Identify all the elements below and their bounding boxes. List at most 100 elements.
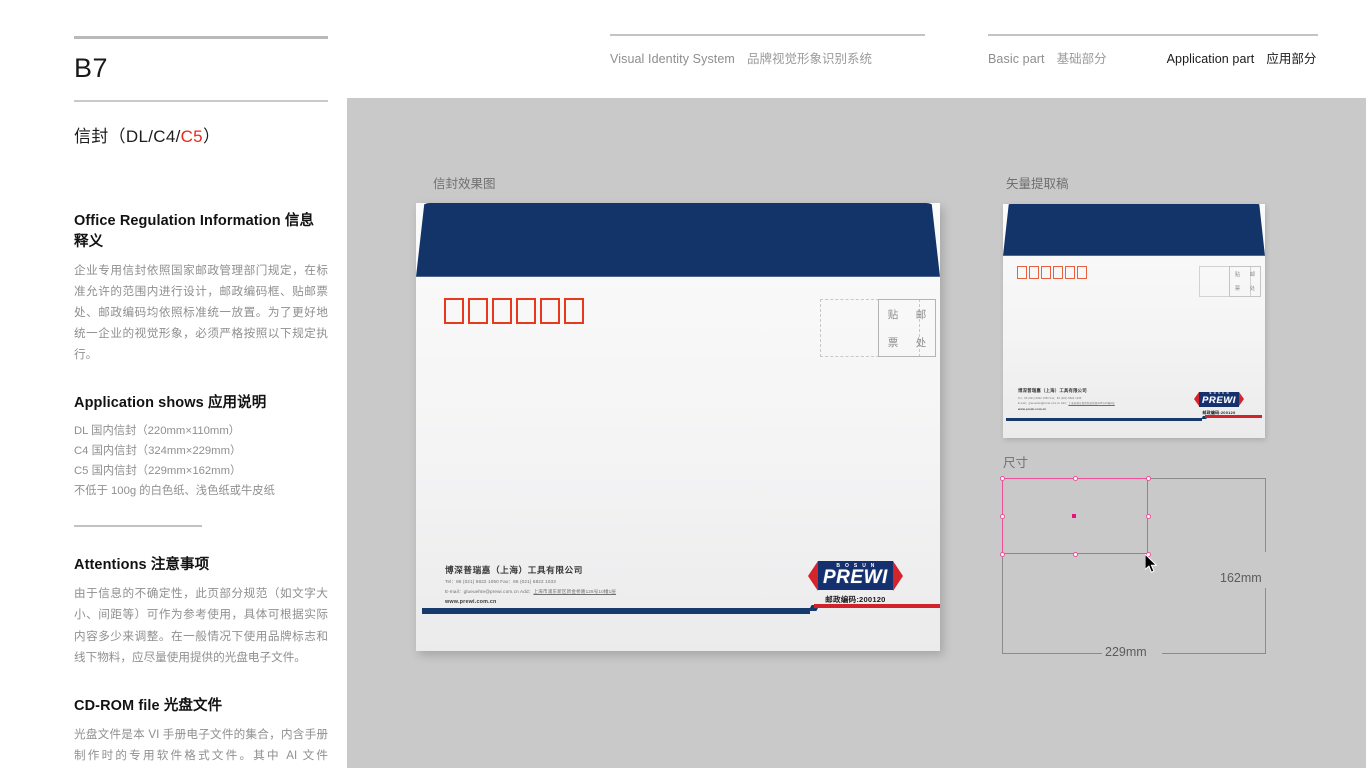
postal-code-box	[1017, 266, 1027, 279]
company-address: 上海市浦东新区新金桥路128号10幢1层	[533, 588, 617, 594]
nav-label-application-cn: 应用部分	[1266, 52, 1317, 66]
stamp-label-box: 贴 邮 票 处	[1229, 266, 1261, 297]
postal-code-boxes	[444, 298, 584, 324]
company-contact-line-1: Tel：86 (021) 6822 1050 Fax：86 (021) 6822…	[1018, 396, 1082, 400]
caption-mockup: 信封效果图	[433, 177, 496, 191]
stamp-label-box: 贴 邮 票 处	[878, 299, 936, 357]
list-item: DL 国内信封（220mm×110mm）	[74, 424, 241, 437]
postal-code-box	[468, 298, 488, 324]
company-contact-line-2: E-mail：glueuehte@prewi.com.cn Add：上海市浦东新…	[445, 589, 616, 595]
logo-arrow-right-icon	[892, 561, 903, 591]
bottom-stripe-red	[1205, 415, 1262, 418]
prewi-logo-icon: BOSUN PREWI	[1194, 392, 1244, 407]
section-body: 企业专用信封依照国家邮政管理部门规定，在标准允许的范围内进行设计，邮政编码框、贴…	[74, 263, 328, 361]
company-website: www.prewi.com.cn	[1018, 407, 1047, 412]
resize-handle-top-left[interactable]	[999, 475, 1005, 481]
sidebar-section-cdrom-file: CD-ROM file 光盘文件 光盘文件是本 VI 手册电子文件的集合，内含手…	[74, 694, 328, 768]
guide-top	[1148, 478, 1266, 479]
stamp-char-tl: 贴	[1234, 271, 1241, 278]
company-contact-line-2: E-mail：glueuehte@prewi.com.cn Add：上海市浦东新…	[1018, 401, 1115, 405]
page-title-post: ）	[202, 126, 221, 146]
company-contact-line-1: Tel：86 (021) 6822 1050 Fax：86 (021) 6822…	[445, 579, 556, 585]
resize-handle-bottom-center[interactable]	[1072, 551, 1078, 557]
section-heading-en: Application shows	[74, 394, 204, 411]
postal-code-box	[1053, 266, 1063, 279]
section-heading: Office Regulation Information 信息释义	[74, 209, 328, 251]
nav-item-basic-part[interactable]: Basic part 基础部分	[988, 48, 1107, 67]
logo-main-text: PREWI	[1202, 395, 1236, 406]
envelope-mockup: 贴 邮 票 处 博深普瑞嘉（上海）工具有限公司 Tel：86 (021) 682…	[416, 203, 940, 651]
guide-right-upper	[1265, 478, 1266, 552]
postal-code-box	[1077, 266, 1087, 279]
postal-code-box	[564, 298, 584, 324]
company-name: 博深普瑞嘉（上海）工具有限公司	[1018, 388, 1087, 393]
section-heading-en: Attentions	[74, 557, 147, 574]
envelope-flap	[416, 203, 940, 277]
postal-code-box	[540, 298, 560, 324]
nav-label-application-en: Application part	[1166, 52, 1255, 66]
vector-brand-logo-block: BOSUN PREWI 邮政编码:200120	[1194, 390, 1244, 416]
sidebar-divider	[74, 525, 202, 528]
bottom-stripe-red	[814, 604, 940, 608]
company-contact-prefix: E-mail：glueuehte@prewi.com.cn Add：	[445, 588, 534, 594]
page-title: 信封（DL/C4/C5）	[74, 102, 328, 147]
vector-postal-code-boxes	[1017, 266, 1087, 279]
section-heading-en: Office Regulation Information	[74, 212, 281, 229]
guide-bottom-left	[1002, 653, 1102, 654]
section-heading: Attentions 注意事项	[74, 553, 328, 574]
nav-item-application-part[interactable]: Application part 应用部分	[1167, 48, 1317, 67]
stamp-char-tr: 邮	[1249, 271, 1256, 278]
logo-main-text: PREWI	[823, 566, 888, 588]
company-address: 上海市浦东新区新金桥路128号10幢1层	[1068, 402, 1115, 406]
logo-arrow-left-icon	[1194, 392, 1199, 407]
resize-handle-middle-left[interactable]	[999, 513, 1005, 519]
postal-code-box	[492, 298, 512, 324]
postal-code-box	[1065, 266, 1075, 279]
stamp-char-tr: 邮	[915, 308, 927, 321]
vector-company-info-block: 博深普瑞嘉（上海）工具有限公司 Tel：86 (021) 6822 1050 F…	[1018, 388, 1115, 411]
nav-label-basic-cn: 基础部分	[1056, 52, 1107, 66]
nav-group-parts: Basic part 基础部分 Application part 应用部分	[988, 34, 1318, 67]
guide-left-lower	[1002, 554, 1003, 654]
bottom-stripe-navy	[1006, 417, 1202, 421]
company-name: 博深普瑞嘉（上海）工具有限公司	[445, 565, 583, 575]
spec-list: DL 国内信封（220mm×110mm） C4 国内信封（324mm×229mm…	[74, 421, 328, 501]
brand-logo-block: BOSUN PREWI 邮政编码:200120	[808, 561, 903, 605]
sidebar-section-application-shows: Application shows 应用说明 DL 国内信封（220mm×110…	[74, 391, 328, 528]
resize-handle-bottom-left[interactable]	[999, 551, 1005, 557]
caption-dimension: 尺寸	[1003, 456, 1029, 470]
section-body: 光盘文件是本 VI 手册电子文件的集合，内含手册制作时的专用软件格式文件。其中 …	[74, 727, 328, 762]
prewi-logo-icon: BOSUN PREWI	[808, 561, 903, 591]
section-heading-en: CD-ROM file	[74, 697, 160, 714]
section-heading-cn: 应用说明	[207, 394, 267, 411]
stamp-char-br: 处	[915, 336, 927, 349]
section-heading-cn: 注意事项	[150, 557, 210, 574]
nav-label-basic-en: Basic part	[988, 52, 1045, 66]
resize-handle-middle-right[interactable]	[1145, 513, 1151, 519]
page-title-pre: 信封（DL/C4/	[74, 126, 181, 146]
section-heading: Application shows 应用说明	[74, 391, 328, 412]
guide-right-lower	[1265, 588, 1266, 654]
mouse-cursor-icon	[1144, 552, 1159, 579]
list-item: 不低于 100g 的白色纸、浅色纸或牛皮纸	[74, 485, 275, 498]
stamp-char-br: 处	[1249, 286, 1256, 293]
list-item: C5 国内信封（229mm×162mm）	[74, 465, 242, 478]
logo-arrow-right-icon	[1238, 392, 1244, 407]
company-info-block: 博深普瑞嘉（上海）工具有限公司 Tel：86 (021) 6822 1050 F…	[445, 564, 616, 605]
stamp-char-bl: 票	[887, 336, 899, 349]
resize-handle-top-right[interactable]	[1145, 475, 1151, 481]
selection-center-point	[1072, 514, 1076, 518]
guide-bottom-right	[1162, 653, 1266, 654]
section-heading: CD-ROM file 光盘文件	[74, 694, 328, 715]
section-body: 由于信息的不确定性，此页部分规范（如文字大小、间距等）可作为参考使用，具体可根据…	[74, 587, 328, 664]
list-item: C4 国内信封（324mm×229mm）	[74, 445, 242, 458]
caption-vector: 矢量提取稿	[1006, 177, 1069, 191]
stamp-char-tl: 贴	[887, 308, 899, 321]
company-website: www.prewi.com.cn	[445, 598, 497, 605]
nav-group-identity: Visual Identity System 品牌视觉形象识别系统	[610, 34, 925, 67]
resize-handle-top-center[interactable]	[1072, 475, 1078, 481]
vector-envelope-flap	[1003, 204, 1265, 256]
stamp-char-bl: 票	[1234, 286, 1241, 293]
sidebar: B7 信封（DL/C4/C5） Office Regulation Inform…	[74, 36, 328, 768]
postal-code-box	[444, 298, 464, 324]
